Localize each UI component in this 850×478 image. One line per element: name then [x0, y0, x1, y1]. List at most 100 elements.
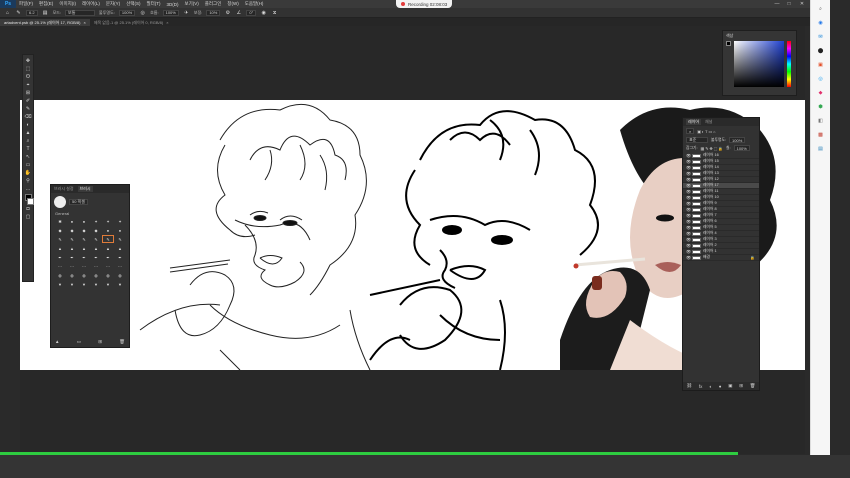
zoom-tool-icon[interactable]: ⚲ — [24, 178, 32, 185]
tab-artadvent[interactable]: artadvent.psb @ 25.1% (레이어 17, RGB/8) × — [0, 19, 90, 26]
fx-icon[interactable]: fx — [699, 384, 703, 389]
brush-preset[interactable]: ◍ — [91, 272, 101, 278]
visibility-eye-icon[interactable]: 👁 — [686, 219, 691, 224]
visibility-eye-icon[interactable]: 👁 — [686, 201, 691, 206]
lasso-tool-icon[interactable]: ʘ — [24, 74, 32, 81]
link-layers-icon[interactable]: ⛓ — [686, 383, 692, 389]
visibility-eye-icon[interactable]: 👁 — [686, 255, 691, 260]
visibility-eye-icon[interactable]: 👁 — [686, 159, 691, 164]
brush-preset[interactable]: ◍ — [103, 272, 113, 278]
new-group-icon[interactable]: ▭ — [77, 339, 81, 345]
chrome-icon[interactable]: ⬢ — [816, 102, 825, 111]
tab-brushes[interactable]: 브러시 — [77, 186, 93, 192]
menu-edit[interactable]: 편집(E) — [36, 1, 56, 7]
brush-preset[interactable]: ⋯ — [67, 263, 77, 269]
brush-preset[interactable]: ▲ — [103, 245, 113, 251]
visibility-eye-icon[interactable]: 👁 — [686, 183, 691, 188]
brush-preset[interactable]: ✦ — [91, 218, 101, 224]
layer-row[interactable]: 👁 배경 🔒 — [683, 255, 759, 261]
move-tool-icon[interactable]: ✥ — [24, 58, 32, 65]
pressure-size-icon[interactable]: ◉ — [260, 9, 267, 16]
brush-preset[interactable]: ▼ — [91, 281, 101, 287]
screen-mode-icon[interactable]: ▢ — [24, 214, 32, 221]
edge-icon[interactable]: ◎ — [816, 74, 825, 83]
brush-preset[interactable]: ✎ — [91, 236, 101, 242]
brush-preset[interactable]: ◍ — [55, 272, 65, 278]
visibility-eye-icon[interactable]: 👁 — [686, 243, 691, 248]
quick-mask-icon[interactable]: ◘ — [24, 206, 32, 213]
menu-file[interactable]: 파일(F) — [16, 1, 36, 7]
home-icon[interactable]: ⌂ — [4, 9, 11, 16]
close-icon[interactable]: × — [166, 20, 168, 25]
shape-tool-icon[interactable]: ▭ — [24, 162, 32, 169]
visibility-eye-icon[interactable]: 👁 — [686, 171, 691, 176]
brush-preset[interactable]: ✎ — [67, 236, 77, 242]
brush-preset[interactable]: ✱ — [55, 218, 65, 224]
panel-icon[interactable]: ◧ — [816, 116, 825, 125]
brush-preset[interactable]: ✎ — [55, 236, 65, 242]
visibility-eye-icon[interactable]: 👁 — [686, 165, 691, 170]
brush-preset[interactable]: ✒ — [55, 254, 65, 260]
menu-help[interactable]: 도움말(H) — [242, 1, 267, 7]
brush-preset[interactable]: ▲ — [79, 245, 89, 251]
brush-tool-icon[interactable]: ✎ — [15, 9, 22, 16]
visibility-eye-icon[interactable]: 👁 — [686, 231, 691, 236]
tag-icon[interactable]: ◆ — [816, 88, 825, 97]
brush-preset[interactable]: ⋯ — [115, 263, 125, 269]
brush-tool-icon[interactable]: ✎ — [24, 106, 32, 113]
tab-channels[interactable]: 채널 — [705, 119, 712, 125]
background-color-swatch[interactable] — [26, 198, 34, 205]
brush-preset[interactable]: ◆ — [91, 227, 101, 233]
office-icon[interactable]: ▣ — [816, 60, 825, 69]
eyedropper-tool-icon[interactable]: ✐ — [24, 98, 32, 105]
brush-preset[interactable]: ◆ — [55, 227, 65, 233]
crop-tool-icon[interactable]: ⊞ — [24, 90, 32, 97]
brush-preset[interactable]: ● — [115, 227, 125, 233]
path-select-tool-icon[interactable]: ↖ — [24, 154, 32, 161]
brush-settings-icon[interactable]: ▤ — [42, 9, 49, 16]
menu-3d[interactable]: 3D(D) — [164, 2, 182, 7]
pressure-opacity-icon[interactable]: ◎ — [139, 9, 146, 16]
brush-preset[interactable]: ✒ — [91, 254, 101, 260]
visibility-eye-icon[interactable]: 👁 — [686, 195, 691, 200]
brush-preset[interactable]: ⋯ — [91, 263, 101, 269]
brush-preset[interactable]: ▲ — [115, 245, 125, 251]
visibility-eye-icon[interactable]: 👁 — [686, 207, 691, 212]
brush-preset[interactable]: ✦ — [115, 218, 125, 224]
color-picker-field[interactable] — [734, 41, 784, 87]
marquee-tool-icon[interactable]: ⬚ — [24, 66, 32, 73]
visibility-eye-icon[interactable]: 👁 — [686, 189, 691, 194]
brush-preset[interactable]: ▼ — [115, 281, 125, 287]
close-icon[interactable]: × — [83, 20, 85, 25]
brush-preset[interactable]: ● — [103, 227, 113, 233]
filter-icons[interactable]: ▣ ◐ T ▭ ⌂ — [697, 129, 715, 134]
delete-icon[interactable]: 🗑 — [119, 339, 125, 345]
brush-preset[interactable]: ✒ — [103, 254, 113, 260]
window-icon[interactable]: ▤ — [816, 144, 825, 153]
visibility-eye-icon[interactable]: 👁 — [686, 153, 691, 158]
flow-field[interactable]: 100% — [162, 9, 179, 16]
brush-preset[interactable]: ◍ — [79, 272, 89, 278]
app-icon[interactable]: ⬤ — [816, 46, 825, 55]
brush-preset[interactable]: ✎ — [102, 235, 114, 243]
brush-size-slider[interactable]: ▲ — [55, 339, 59, 345]
type-tool-icon[interactable]: T — [24, 146, 32, 153]
brush-size-field[interactable]: 6.2 — [26, 9, 38, 16]
brush-preset[interactable]: ◍ — [67, 272, 77, 278]
dodge-tool-icon[interactable]: ⌕ — [24, 138, 32, 145]
brush-preset[interactable]: ✒ — [67, 254, 77, 260]
delete-layer-icon[interactable]: 🗑 — [750, 383, 756, 389]
brush-preset[interactable]: ✎ — [79, 236, 89, 242]
menu-layer[interactable]: 레이어(L) — [79, 1, 103, 7]
brush-preset[interactable]: ✒ — [115, 254, 125, 260]
search-icon[interactable]: ⌕ — [816, 4, 825, 13]
brush-preset[interactable]: ▼ — [79, 281, 89, 287]
recording-indicator[interactable]: Recording 02:08:03 — [396, 0, 453, 8]
group-icon[interactable]: ▣ — [728, 383, 732, 389]
more-tools-icon[interactable]: … — [24, 186, 32, 193]
mail-icon[interactable]: ✉ — [816, 32, 825, 41]
brush-preset[interactable]: ▼ — [103, 281, 113, 287]
visibility-eye-icon[interactable]: 👁 — [686, 225, 691, 230]
close-button[interactable]: ✕ — [797, 0, 807, 8]
brush-preset[interactable]: ✦ — [103, 218, 113, 224]
